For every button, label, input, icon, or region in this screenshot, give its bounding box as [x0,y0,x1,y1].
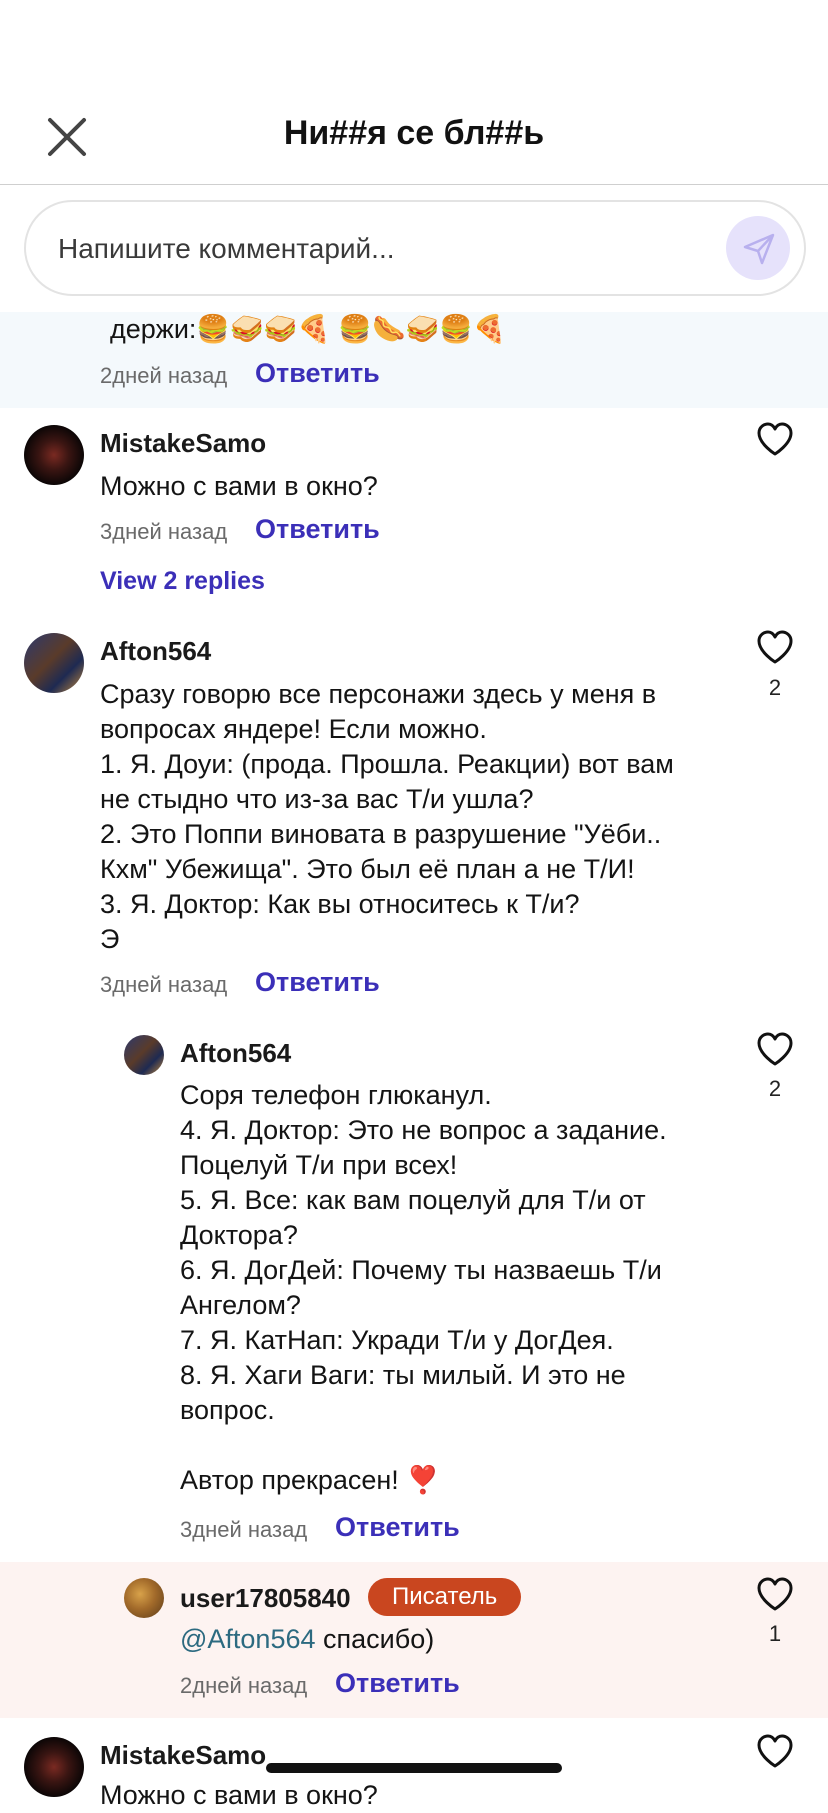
reply-button[interactable]: Ответить [335,1668,460,1699]
comment-username[interactable]: MistakeSamo [100,428,266,459]
heart-icon [757,1734,793,1768]
like-button[interactable] [755,628,795,668]
avatar[interactable] [24,633,84,693]
heart-icon [757,422,793,456]
heart-icon [757,630,793,664]
comment-text: @Afton564 спасибо) [180,1622,434,1657]
home-indicator[interactable] [266,1763,562,1773]
reply-button[interactable]: Ответить [255,514,380,545]
comment-text: Можно с вами в окно? [100,1780,378,1810]
comment-text: Соря телефон глюканул. 4. Я. Доктор: Это… [180,1080,667,1495]
comment-username[interactable]: MistakeSamo [100,1740,266,1771]
reply-button[interactable]: Ответить [255,358,380,389]
comment-time: 2дней назад [180,1673,308,1698]
reply-button[interactable]: Ответить [335,1512,460,1543]
comment-text: держи:🍔🥪🥪🍕 🍔🌭🥪🍔🍕 [110,314,507,344]
comment-time: 3дней назад [180,1517,308,1542]
like-button[interactable] [755,1030,795,1070]
like-button[interactable] [755,1575,795,1615]
like-count: 1 [768,1621,782,1646]
mention-link[interactable]: @Afton564 [180,1624,316,1654]
like-count: 2 [768,1076,782,1101]
page-title: Ни##я се бл##ь [283,114,545,152]
comment-username[interactable]: Afton564 [180,1038,291,1069]
comment-username[interactable]: user17805840 [180,1583,351,1614]
comment-text-content: спасибо) [315,1624,435,1654]
avatar[interactable] [24,1737,84,1797]
header: Ни##я се бл##ь [0,0,828,185]
avatar[interactable] [124,1035,164,1075]
view-replies-button[interactable]: View 2 replies [100,567,265,596]
author-badge: Писатель [368,1578,522,1616]
send-button[interactable] [726,216,790,280]
heart-icon [757,1577,793,1611]
comment-time: 2дней назад [100,363,228,388]
heart-icon [757,1032,793,1066]
send-icon [743,233,775,265]
like-button[interactable] [755,420,795,460]
comment-time: 3дней назад [100,972,228,997]
reply-button[interactable]: Ответить [255,967,380,998]
comment-username[interactable]: Afton564 [100,636,211,667]
like-button[interactable] [755,1732,795,1772]
like-count: 2 [768,675,782,700]
comment-time: 3дней назад [100,519,228,544]
comment-text: Сразу говорю все персонажи здесь у меня … [100,679,674,954]
comment-bar [24,200,806,296]
avatar[interactable] [124,1578,164,1618]
avatar[interactable] [24,425,84,485]
comment-text: Можно с вами в окно? [100,471,378,501]
comment-input[interactable] [56,202,700,296]
